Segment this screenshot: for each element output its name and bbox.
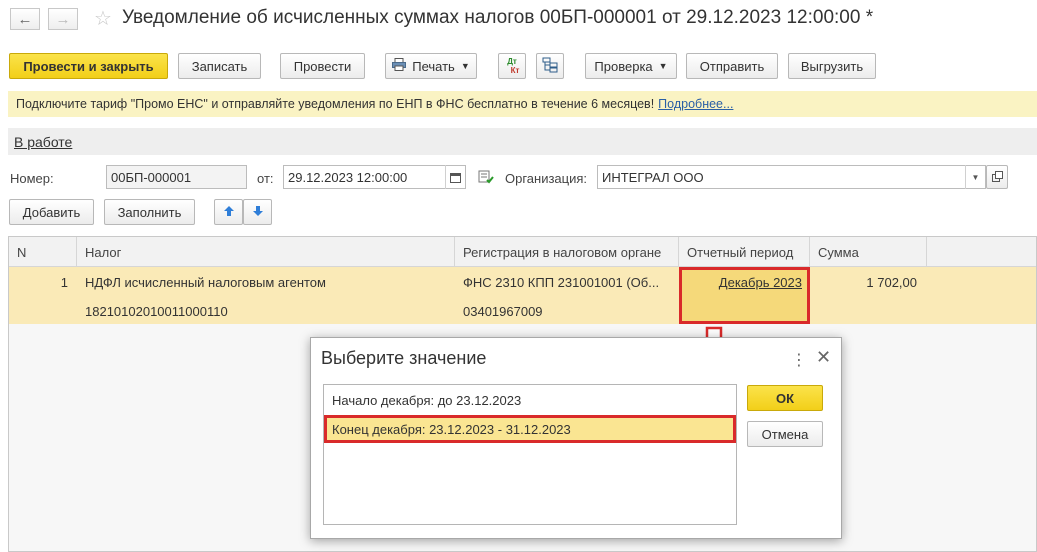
organization-field[interactable]: ИНТЕГРАЛ ООО ▼ (597, 165, 986, 189)
tax-kbk[interactable]: 18210102010011000110 (85, 304, 228, 319)
tax-sum[interactable]: 1 702,00 (866, 275, 917, 290)
column-header[interactable]: N (9, 237, 77, 267)
move-down-button[interactable] (243, 199, 272, 225)
dt-kt-button[interactable]: Дт Кт (498, 53, 526, 79)
column-header[interactable]: Регистрация в налоговом органе (455, 237, 679, 267)
column-header[interactable]: Отчетный период (679, 237, 810, 267)
column-header[interactable]: Сумма (810, 237, 927, 267)
arrow-down-icon (252, 205, 264, 220)
add-button[interactable]: Добавить (9, 199, 94, 225)
tax-registration[interactable]: ФНС 2310 КПП 231001001 (Об... (463, 275, 659, 290)
tax-oktmo[interactable]: 03401967009 (463, 304, 543, 319)
table-header: N Налог Регистрация в налоговом органе О… (9, 237, 1036, 267)
list-item[interactable]: Начало декабря: до 23.12.2023 (324, 386, 736, 414)
values-list[interactable]: Начало декабря: до 23.12.2023 Конец дека… (323, 384, 737, 525)
number-field[interactable]: 00БП-000001 (106, 165, 247, 189)
calendar-icon[interactable] (445, 165, 465, 189)
dropdown-arrow-icon: ▼ (460, 61, 470, 71)
tax-name[interactable]: НДФЛ исчисленный налоговым агентом (85, 275, 326, 290)
period-value[interactable]: Декабрь 2023 (719, 275, 802, 290)
organization-label: Организация: (505, 171, 588, 186)
period-cell-highlight[interactable]: Декабрь 2023 (679, 267, 810, 324)
page-title: Уведомление об исчисленных суммах налого… (122, 7, 874, 28)
arrow-left-icon: ← (17, 10, 33, 28)
forward-button[interactable]: → (48, 8, 78, 30)
back-button[interactable]: ← (10, 8, 40, 30)
check-label: Проверка (594, 58, 653, 74)
save-button[interactable]: Записать (178, 53, 261, 79)
post-button[interactable]: Провести (280, 53, 365, 79)
status-link[interactable]: В работе (14, 134, 72, 150)
dropdown-arrow-icon: ▼ (658, 61, 668, 71)
fill-button[interactable]: Заполнить (104, 199, 195, 225)
select-value-dialog[interactable]: Выберите значение ⋮ ✕ Начало декабря: до… (310, 337, 842, 539)
arrow-up-icon (223, 205, 235, 220)
column-header[interactable]: Налог (77, 237, 455, 267)
favorite-star-icon[interactable]: ☆ (94, 6, 112, 31)
promo-banner: Подключите тариф "Промо ЕНС" и отправляй… (8, 91, 1037, 117)
dialog-title: Выберите значение (321, 348, 487, 368)
export-button[interactable]: Выгрузить (788, 53, 876, 79)
organization-value: ИНТЕГРАЛ ООО (602, 169, 704, 185)
dropdown-arrow-icon[interactable]: ▼ (965, 165, 985, 189)
print-button[interactable]: Печать ▼ (385, 53, 477, 79)
row-number: 1 (60, 275, 68, 290)
open-organization-button[interactable] (986, 165, 1008, 189)
date-field[interactable]: 29.12.2023 12:00:00 (283, 165, 466, 189)
close-icon[interactable]: ✕ (816, 347, 831, 368)
structure-button[interactable] (536, 53, 564, 79)
move-up-button[interactable] (214, 199, 243, 225)
promo-text: Подключите тариф "Промо ЕНС" и отправляй… (16, 97, 655, 111)
date-label: от: (257, 171, 274, 186)
ok-button[interactable]: ОК (747, 385, 823, 411)
more-options-icon[interactable]: ⋮ (791, 350, 807, 370)
more-link[interactable]: Подробнее... (658, 97, 733, 111)
print-label: Печать (412, 58, 455, 74)
cancel-button[interactable]: Отмена (747, 421, 823, 447)
printer-icon (392, 58, 407, 74)
check-button[interactable]: Проверка ▼ (585, 53, 677, 79)
post-and-close-button[interactable]: Провести и закрыть (9, 53, 168, 79)
send-button[interactable]: Отправить (686, 53, 778, 79)
date-value: 29.12.2023 12:00:00 (288, 169, 408, 185)
arrow-right-icon: → (55, 10, 71, 28)
org-edit-icon (478, 170, 494, 187)
status-bar: В работе (8, 128, 1037, 155)
dt-kt-icon-bottom: Кт (510, 66, 520, 75)
table-row[interactable]: 1 НДФЛ исчисленный налоговым агентом 182… (9, 267, 1036, 324)
list-item-selected[interactable]: Конец декабря: 23.12.2023 - 31.12.2023 (324, 415, 736, 443)
hierarchy-icon (542, 57, 558, 76)
dt-kt-icon: Дт (507, 57, 517, 66)
open-form-icon (991, 170, 1003, 185)
number-label: Номер: (10, 171, 54, 186)
